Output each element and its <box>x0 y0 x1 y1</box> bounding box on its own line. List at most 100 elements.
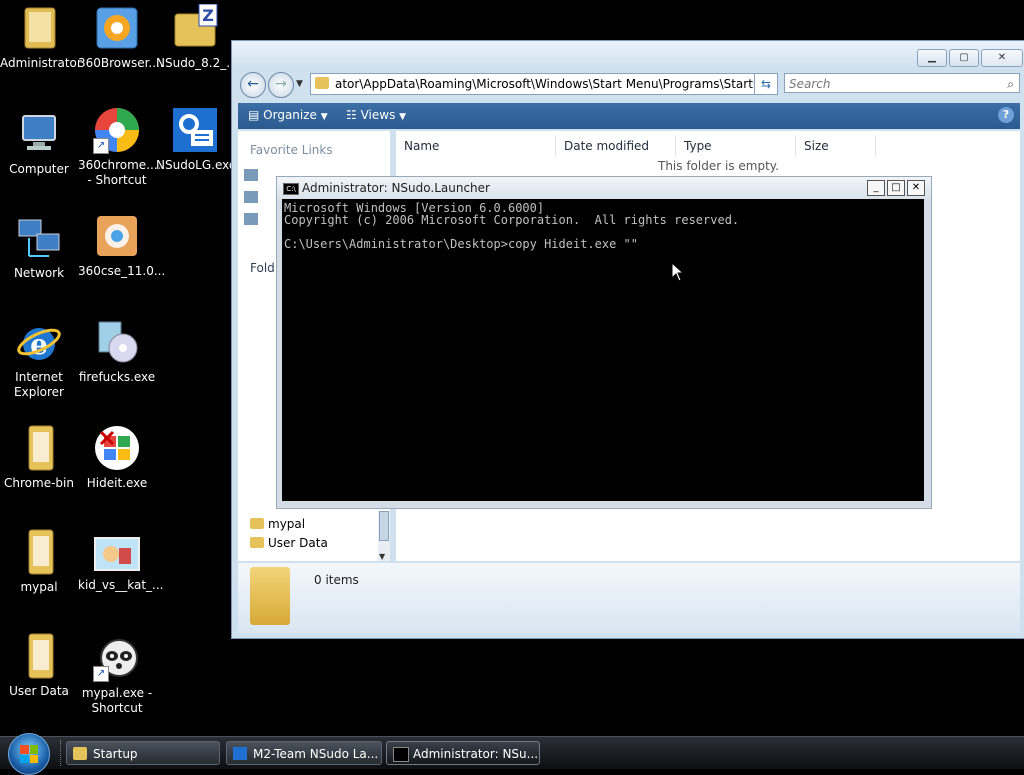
installer-package-icon <box>93 212 141 260</box>
folder-icon <box>250 537 264 548</box>
desktop-icon-label: Administrator <box>0 56 82 70</box>
desktop-icon-hideit[interactable]: Hideit.exe <box>78 424 156 491</box>
console-output[interactable]: Microsoft Windows [Version 6.0.6000] Copy… <box>282 199 924 501</box>
shortcut-arrow-icon: ↗ <box>93 138 109 154</box>
desktop-icon-label: mypal.exe - Shortcut <box>81 686 153 715</box>
computer-icon <box>15 110 63 158</box>
chevron-down-icon: ▼ <box>399 112 407 122</box>
desktop-icon-user-data[interactable]: User Data <box>0 632 78 699</box>
organize-icon: ▤ <box>248 108 260 122</box>
folder-icon <box>15 424 63 472</box>
tree-item-mypal[interactable]: mypal <box>250 517 305 531</box>
organize-button[interactable]: ▤ Organize ▼ <box>248 108 328 122</box>
desktop-icon-firefucks[interactable]: firefucks.exe <box>78 318 156 385</box>
empty-folder-message: This folder is empty. <box>658 159 779 173</box>
desktop-icon-360browser[interactable]: 360Browser.... <box>78 4 164 71</box>
desktop-icon-label: firefucks.exe <box>78 370 156 384</box>
recent-pages-icon[interactable]: ▼ <box>296 79 303 89</box>
360chrome-icon: ↗ <box>93 106 141 154</box>
desktop-icon-nsudo-zip[interactable]: Z NSudo_8.2_... <box>156 3 238 71</box>
maximize-button[interactable]: □ <box>887 180 905 196</box>
taskbar: Startup M2-Team NSudo La... Administrato… <box>0 733 1024 775</box>
column-header-date-modified[interactable]: Date modified <box>556 135 676 157</box>
folder-icon <box>250 567 290 625</box>
column-header-name[interactable]: Name <box>396 135 556 157</box>
chevron-down-icon: ▼ <box>320 112 328 122</box>
folder-icon <box>73 747 87 760</box>
desktop-icon-label: 360chrome.... - Shortcut <box>78 158 162 187</box>
back-button[interactable]: ← <box>240 72 266 98</box>
explorer-toolbar: ▤ Organize ▼ ☷ Views ▼ ? <box>238 103 1020 129</box>
views-button[interactable]: ☷ Views ▼ <box>346 108 406 122</box>
desktop-icon-label: NSudo_8.2_... <box>156 56 238 70</box>
close-button[interactable]: ✕ <box>981 49 1023 67</box>
console-icon <box>393 747 409 762</box>
svg-text:Z: Z <box>202 6 214 25</box>
column-header-size[interactable]: Size <box>796 135 876 157</box>
desktop-icon-label: mypal <box>20 580 58 594</box>
favorite-link-icon[interactable] <box>244 191 258 203</box>
nsudo-settings-icon <box>171 106 219 154</box>
desktop-icon-label: kid_vs__kat_... <box>78 578 164 592</box>
taskbar-button-label: Startup <box>93 747 138 761</box>
search-input[interactable]: Search ⌕ <box>784 73 1020 93</box>
desktop-icon-chrome-bin[interactable]: Chrome-bin <box>0 424 78 491</box>
forward-button[interactable]: → <box>268 72 294 98</box>
taskbar-button-label: Administrator: NSu... <box>413 747 539 761</box>
desktop-icon-network[interactable]: Network <box>0 214 78 281</box>
organize-label: Organize <box>263 108 317 122</box>
address-input[interactable]: ator\AppData\Roaming\Microsoft\Windows\S… <box>310 73 776 95</box>
desktop-icon-label: 360Browser.... <box>78 56 164 70</box>
views-icon: ☷ <box>346 108 357 122</box>
desktop-icon-computer[interactable]: Computer <box>0 110 78 177</box>
tree-item-user-data[interactable]: User Data <box>250 536 328 550</box>
close-button[interactable]: ✕ <box>907 180 925 196</box>
column-header-label: Type <box>684 139 712 153</box>
desktop-icon-kid-vs-kat[interactable]: kid_vs__kat_... <box>78 534 164 593</box>
column-header-type[interactable]: Type <box>676 135 796 157</box>
desktop-icon-label: Internet Explorer <box>14 370 64 399</box>
search-icon[interactable]: ⌕ <box>1007 74 1014 94</box>
user-folder-icon <box>15 4 63 52</box>
desktop-icon-internet-explorer[interactable]: e Internet Explorer <box>0 318 78 400</box>
desktop-icon-label: 360cse_11.0... <box>78 264 166 278</box>
desktop-icon-label: Network <box>13 266 65 280</box>
console-window[interactable]: C:\ Administrator: NSudo.Launcher _ □ ✕ … <box>276 176 932 509</box>
folder-icon <box>315 77 329 89</box>
explorer-titlebar[interactable]: ▁ ▢ ✕ <box>232 41 1024 71</box>
console-titlebar[interactable]: C:\ Administrator: NSudo.Launcher _ □ ✕ <box>277 177 931 199</box>
folder-icon <box>15 528 63 576</box>
taskbar-button-startup[interactable]: Startup <box>66 741 220 765</box>
minimize-button[interactable]: ▁ <box>917 49 947 67</box>
network-icon <box>15 214 63 262</box>
console-line: Copyright (c) 2006 Microsoft Corporation… <box>284 213 740 227</box>
tree-scrollbar[interactable]: ▼ <box>378 511 390 561</box>
scrollbar-thumb[interactable] <box>379 511 389 541</box>
desktop-icon-mypal-shortcut[interactable]: ↗ mypal.exe - Shortcut <box>78 634 156 716</box>
favorite-link-icon[interactable] <box>244 169 258 181</box>
folders-heading[interactable]: Fold <box>250 261 275 275</box>
desktop-icon-label: User Data <box>9 684 69 698</box>
desktop-icon-360chrome-shortcut[interactable]: ↗ 360chrome.... - Shortcut <box>78 106 162 188</box>
desktop-icon-label: NSudoLG.exe <box>156 158 237 172</box>
scroll-down-icon[interactable]: ▼ <box>379 552 385 561</box>
address-text: ator\AppData\Roaming\Microsoft\Windows\S… <box>335 77 769 91</box>
favorite-link-icon[interactable] <box>244 213 258 225</box>
desktop-icon-mypal-folder[interactable]: mypal <box>0 528 78 595</box>
desktop-icon-nsudolg[interactable]: NSudoLG.exe <box>156 106 237 173</box>
start-button[interactable] <box>8 733 50 775</box>
image-thumbnail-icon <box>93 534 141 574</box>
maximize-button[interactable]: ▢ <box>949 49 979 67</box>
folder-icon <box>15 632 63 680</box>
desktop-icon-administrator[interactable]: Administrator <box>0 4 82 71</box>
folder-icon <box>250 518 264 529</box>
minimize-button[interactable]: _ <box>867 180 885 196</box>
console-icon: C:\ <box>283 183 299 195</box>
refresh-button[interactable]: ⇆ <box>754 73 778 95</box>
desktop-icon-360cse[interactable]: 360cse_11.0... <box>78 212 166 279</box>
taskbar-button-console[interactable]: Administrator: NSu... <box>386 741 540 765</box>
help-icon[interactable]: ? <box>998 107 1014 123</box>
internet-explorer-icon: e <box>15 318 63 366</box>
search-placeholder: Search <box>789 77 831 91</box>
taskbar-button-nsudo[interactable]: M2-Team NSudo La... <box>226 741 382 765</box>
